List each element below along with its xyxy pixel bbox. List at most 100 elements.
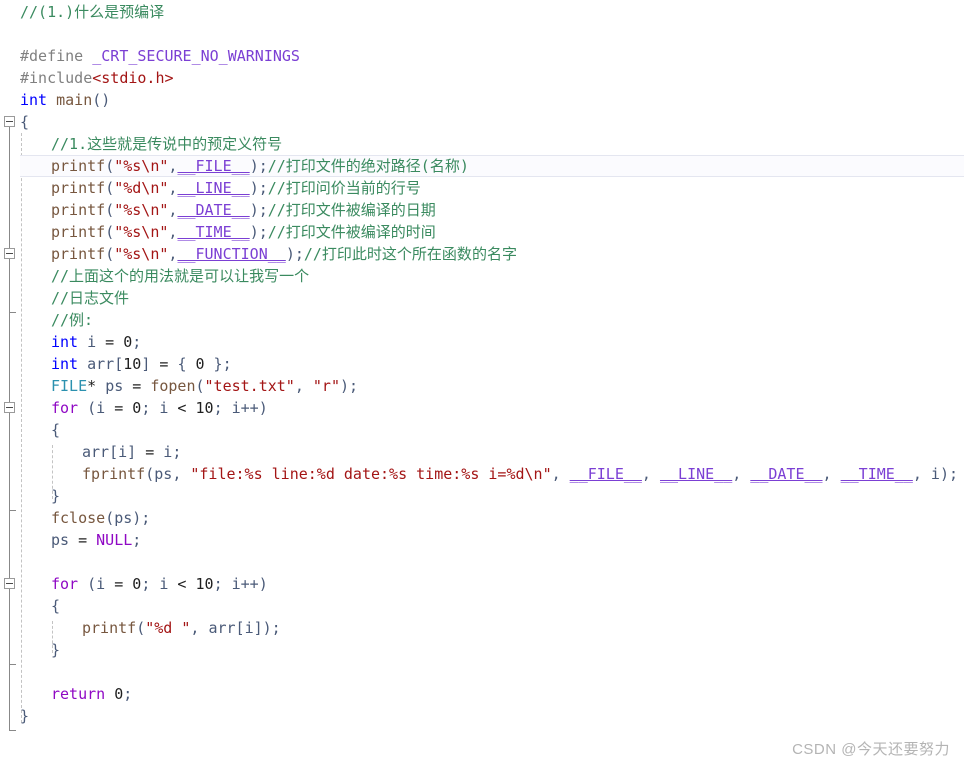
code-line[interactable]: for (i = 0; i < 10; i++) <box>51 397 268 419</box>
code-token-punct: ; <box>213 399 232 417</box>
code-line[interactable]: { <box>51 419 60 441</box>
code-token-type: FILE <box>51 377 88 395</box>
code-token-string: "%s\n" <box>114 223 169 241</box>
code-line[interactable]: printf("%s\n",__FUNCTION__);//打印此时这个所在函数… <box>51 243 517 265</box>
code-token-func: printf <box>51 245 106 263</box>
code-token-punct: ( <box>105 179 115 197</box>
code-token-func: printf <box>51 201 106 219</box>
code-token-comment: //(1.)什么是预编译 <box>20 3 165 21</box>
code-line[interactable]: } <box>20 705 29 727</box>
code-token-punct: ( <box>87 399 97 417</box>
code-line[interactable]: //1.这些就是传说中的预定义符号 <box>51 133 282 155</box>
code-token-func: fopen <box>150 377 196 395</box>
code-token-macro: __TIME__ <box>840 465 913 483</box>
code-token-macro: __TIME__ <box>177 223 250 241</box>
code-line[interactable]: FILE* ps = fopen("test.txt", "r"); <box>51 375 358 397</box>
code-token-punct: }; <box>204 355 232 373</box>
code-token-pp: #define <box>20 47 93 65</box>
code-token-num: 0 <box>132 575 142 593</box>
code-token-num: 10 <box>195 399 214 417</box>
code-line[interactable]: ps = NULL; <box>51 529 141 551</box>
code-line[interactable]: int arr[10] = { 0 }; <box>51 353 232 375</box>
code-token-macro: __DATE__ <box>750 465 823 483</box>
code-line[interactable]: //(1.)什么是预编译 <box>20 1 164 23</box>
code-token-punct: ( <box>105 223 115 241</box>
code-line[interactable]: int i = 0; <box>51 331 141 353</box>
code-token-punct: ; <box>141 399 160 417</box>
code-line[interactable]: { <box>51 595 60 617</box>
code-token-macro: __FUNCTION__ <box>177 245 286 263</box>
code-token-macro: __FILE__ <box>177 157 250 175</box>
code-token-ident: i <box>96 399 106 417</box>
code-line[interactable]: printf("%s\n",__FILE__);//打印文件的绝对路径(名称) <box>51 155 469 177</box>
code-line[interactable]: } <box>51 485 60 507</box>
code-token-num: 10 <box>195 575 214 593</box>
code-token-punct: , <box>732 465 751 483</box>
code-line[interactable]: #define _CRT_SECURE_NO_WARNINGS <box>20 45 300 67</box>
code-token-plain: = <box>136 443 164 461</box>
code-line[interactable]: for (i = 0; i < 10; i++) <box>51 573 268 595</box>
code-token-null: NULL <box>96 531 133 549</box>
code-token-keyword: int <box>51 333 79 351</box>
code-token-ident: arr <box>208 619 236 637</box>
code-token-punct: ++) <box>240 399 268 417</box>
code-line[interactable]: } <box>51 639 60 661</box>
code-token-ident: i <box>87 333 97 351</box>
code-line[interactable]: printf("%s\n",__TIME__);//打印文件被编译的时间 <box>51 221 436 243</box>
code-token-punct: ); <box>132 509 151 527</box>
code-line[interactable]: printf("%d ", arr[i]); <box>82 617 281 639</box>
code-token-punct: ( <box>105 201 115 219</box>
code-token-ident: i <box>231 575 241 593</box>
code-token-plain: = <box>105 399 133 417</box>
code-token-comment: //例: <box>51 311 94 329</box>
code-token-string: "%d " <box>145 619 191 637</box>
code-token-punct: ( <box>145 465 155 483</box>
code-token-punct: ; <box>172 443 182 461</box>
code-token-plain: = <box>96 333 124 351</box>
code-token-num: 0 <box>195 355 205 373</box>
code-token-num: 0 <box>114 685 124 703</box>
code-line[interactable]: printf("%s\n",__DATE__);//打印文件被编译的日期 <box>51 199 436 221</box>
code-token-comment: //打印问价当前的行号 <box>267 179 421 197</box>
code-token-ctrl: for <box>51 575 79 593</box>
code-token-string: "%d\n" <box>114 179 169 197</box>
code-line[interactable]: fprintf(ps, "file:%s line:%d date:%s tim… <box>82 463 958 485</box>
code-token-punct: [ <box>109 443 119 461</box>
code-token-string: <stdio.h> <box>92 69 174 87</box>
code-line[interactable]: printf("%d\n",__LINE__);//打印问价当前的行号 <box>51 177 421 199</box>
code-token-punct: } <box>20 707 30 725</box>
code-line[interactable]: //日志文件 <box>51 287 129 309</box>
code-token-ident: i <box>163 443 173 461</box>
code-line[interactable]: { <box>20 111 29 133</box>
code-line[interactable]: return 0; <box>51 683 132 705</box>
code-token-string: "test.txt" <box>204 377 295 395</box>
code-token-macro: __DATE__ <box>177 201 250 219</box>
code-token-ctrl: for <box>51 399 79 417</box>
code-token-punct: ); <box>249 223 268 241</box>
code-token-string: "%s\n" <box>114 245 169 263</box>
code-line[interactable]: //上面这个的用法就是可以让我写一个 <box>51 265 309 287</box>
code-token-punct: { <box>51 421 61 439</box>
code-token-punct: ; <box>213 575 232 593</box>
code-token-punct: ; <box>123 685 133 703</box>
code-token-plain: = <box>123 377 151 395</box>
code-token-num: 10 <box>123 355 142 373</box>
code-token-ident: arr <box>87 355 115 373</box>
code-editor-surface[interactable]: //(1.)什么是预编译 #define _CRT_SECURE_NO_WARNI… <box>0 0 964 769</box>
code-line[interactable]: int main() <box>20 89 110 111</box>
code-token-punct: ( <box>105 157 115 175</box>
code-token-punct: } <box>51 641 61 659</box>
code-token-num: 0 <box>132 399 142 417</box>
code-text-layer[interactable]: //(1.)什么是预编译 #define _CRT_SECURE_NO_WARNI… <box>0 0 964 769</box>
code-line[interactable]: //例: <box>51 309 93 331</box>
code-token-func: fclose <box>51 509 106 527</box>
code-line[interactable]: arr[i] = i; <box>82 441 181 463</box>
code-token-comment: //1.这些就是传说中的预定义符号 <box>51 135 283 153</box>
code-token-plain: * <box>87 377 106 395</box>
code-line[interactable]: #include<stdio.h> <box>20 67 174 89</box>
code-line[interactable]: fclose(ps); <box>51 507 150 529</box>
code-token-punct: , <box>294 377 313 395</box>
